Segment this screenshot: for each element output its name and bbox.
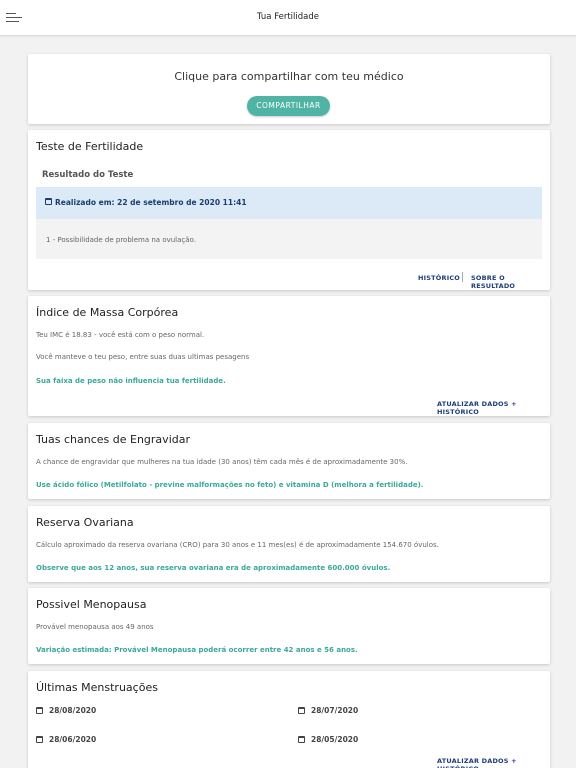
calendar-icon (298, 707, 305, 714)
chances-text: A chance de engravidar que mulheres na t… (36, 458, 408, 466)
card-title: Últimas Menstruações (36, 681, 158, 694)
share-prompt: Clique para compartilhar com teu médico (174, 70, 404, 83)
calendar-icon (36, 736, 43, 743)
bmi-card: Índice de Massa Corpórea Teu IMC é 18.83… (28, 296, 550, 416)
card-title: Índice de Massa Corpórea (36, 306, 179, 319)
link-separator (462, 272, 463, 282)
menstruation-date: 28/05/2020 (298, 735, 358, 744)
test-date: Realizado em: 22 de setembro de 2020 11:… (55, 198, 247, 207)
menstruations-update-link[interactable]: ATUALIZAR DADOS + HISTÓRICO (437, 757, 550, 768)
menstruation-date: 28/07/2020 (298, 706, 358, 715)
history-link[interactable]: HISTÓRICO (418, 274, 460, 282)
bmi-note: Sua faixa de peso não influencia tua fer… (36, 377, 226, 385)
about-result-link[interactable]: SOBRE O RESULTADO (471, 274, 550, 290)
menopause-note: Variação estimada: Provável Menopausa po… (36, 646, 358, 654)
calendar-icon (298, 736, 305, 743)
share-card: Clique para compartilhar com teu médico … (28, 54, 550, 124)
calendar-icon (45, 198, 52, 205)
card-title: Teste de Fertilidade (36, 140, 144, 153)
page-title: Tua Fertilidade (257, 12, 319, 22)
menopause-text: Provável menopausa aos 49 anos (36, 623, 154, 631)
calendar-icon (36, 707, 43, 714)
test-result-text: 1 - Possibilidade de problema na ovulaçã… (46, 236, 196, 244)
menstruation-date: 28/06/2020 (36, 735, 96, 744)
card-title: Tuas chances de Engravidar (36, 433, 190, 446)
menstruations-card: Últimas Menstruações 28/08/2020 28/07/20… (28, 671, 550, 768)
card-title: Possivel Menopausa (36, 598, 147, 611)
menopause-card: Possivel Menopausa Provável menopausa ao… (28, 588, 550, 664)
test-date-banner: Realizado em: 22 de setembro de 2020 11:… (36, 187, 542, 219)
bmi-update-link[interactable]: ATUALIZAR DADOS + HISTÓRICO (437, 400, 550, 416)
card-title: Reserva Ovariana (36, 516, 134, 529)
ovarian-text: Cálculo aproximado da reserva ovariana (… (36, 541, 439, 549)
chances-card: Tuas chances de Engravidar A chance de e… (28, 423, 550, 499)
share-button[interactable]: COMPARTILHAR (247, 96, 330, 116)
ovarian-reserve-card: Reserva Ovariana Cálculo aproximado da r… (28, 506, 550, 582)
test-result-box: 1 - Possibilidade de problema na ovulaçã… (36, 219, 542, 259)
menstruation-date: 28/08/2020 (36, 706, 96, 715)
chances-note: Use ácido fólico (Metilfolato - previne … (36, 481, 424, 489)
bmi-weight-text: Você manteve o teu peso, entre suas duas… (36, 353, 250, 361)
top-bar: Tua Fertilidade (0, 0, 576, 36)
bmi-value-text: Teu IMC é 18.83 - você está com o peso n… (36, 331, 205, 339)
test-result-subtitle: Resultado do Teste (42, 170, 134, 180)
fertility-test-card: Teste de Fertilidade Resultado do Teste … (28, 130, 550, 290)
ovarian-note: Observe que aos 12 anos, sua reserva ova… (36, 564, 391, 572)
